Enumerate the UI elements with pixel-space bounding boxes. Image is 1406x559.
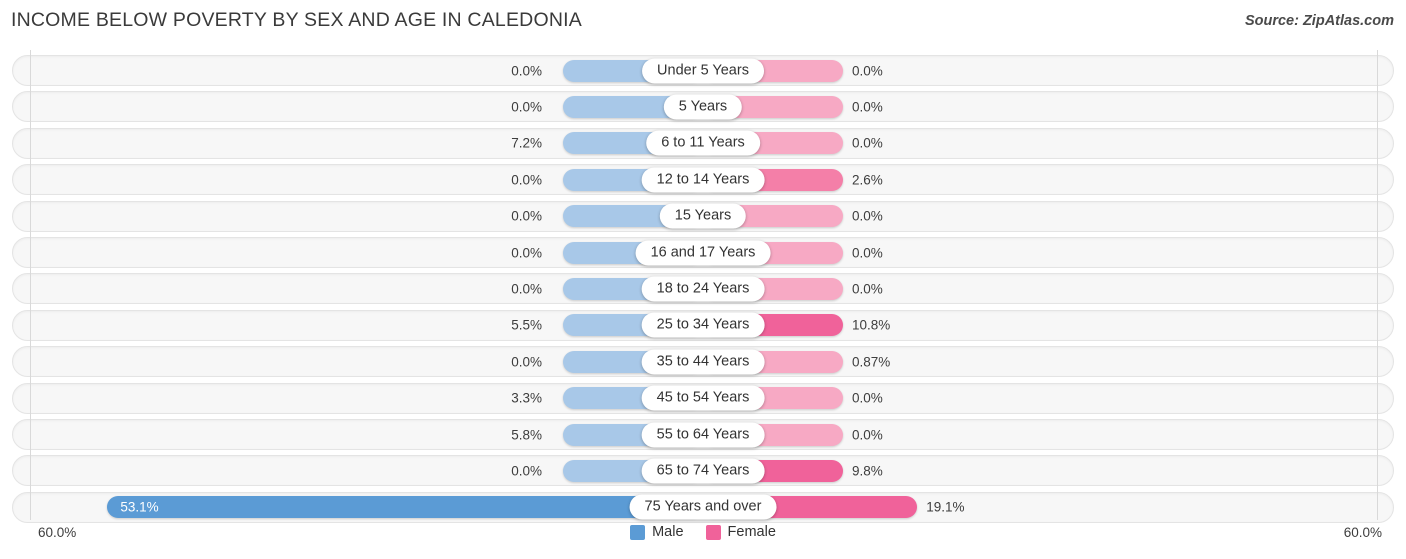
value-label-female: 9.8% <box>852 463 883 479</box>
value-label-male: 0.0% <box>511 99 542 115</box>
bar-row-inner: 7.2% 0.0% 6 to 11 Years <box>13 129 1393 158</box>
category-label: 35 to 44 Years <box>641 349 765 375</box>
value-label-female: 0.0% <box>852 135 883 151</box>
value-label-male: 0.0% <box>511 63 542 78</box>
table-row: 0.0% 0.0% 5 Years <box>12 91 1394 123</box>
table-row: 0.0% 0.0% 16 and 17 Years <box>12 237 1394 268</box>
value-label-male: 7.2% <box>511 135 542 151</box>
value-label-male: 0.0% <box>511 208 542 224</box>
value-label-female: 0.0% <box>852 390 883 406</box>
legend-label: Male <box>652 524 684 540</box>
category-label: 65 to 74 Years <box>641 458 765 484</box>
bar-row-inner: 5.8% 0.0% 55 to 64 Years <box>13 420 1393 449</box>
value-label-female: 0.0% <box>852 427 883 442</box>
chart-footer: 60.0% 60.0% Male Female <box>0 521 1406 559</box>
table-row: 7.2% 0.0% 6 to 11 Years <box>12 127 1394 159</box>
gridline-left <box>30 50 31 520</box>
value-label-male: 53.1% <box>120 499 159 515</box>
bar-row-inner: 0.0% 0.0% 5 Years <box>13 92 1393 121</box>
table-row: 0.0% 9.8% 65 to 74 Years <box>12 455 1394 487</box>
bar-row-inner: 5.5% 10.8% 25 to 34 Years <box>13 311 1393 340</box>
table-row: 0.0% 2.6% 12 to 14 Years <box>12 164 1394 196</box>
category-label: 16 and 17 Years <box>635 240 771 265</box>
bar-row-inner: 0.0% 0.0% 18 to 24 Years <box>13 274 1393 303</box>
value-label-male: 5.5% <box>511 317 542 333</box>
bar-row-inner: 0.0% 9.8% 65 to 74 Years <box>13 456 1393 485</box>
chart-legend: Male Female <box>0 524 1406 540</box>
bar-row-inner: 0.0% 0.0% 16 and 17 Years <box>13 238 1393 267</box>
table-row: 0.0% 0.87% 35 to 44 Years <box>12 346 1394 378</box>
legend-swatch-icon <box>630 524 646 540</box>
category-label: 15 Years <box>659 203 747 229</box>
value-label-female: 19.1% <box>926 499 965 515</box>
legend-swatch-icon <box>705 524 721 540</box>
category-label: 18 to 24 Years <box>641 276 765 302</box>
category-label: 25 to 34 Years <box>641 312 765 338</box>
value-label-female: 0.0% <box>852 63 883 78</box>
bar-row-inner: 0.0% 0.0% 15 Years <box>13 202 1393 231</box>
value-label-female: 2.6% <box>852 172 883 188</box>
bar-row-inner: 0.0% 0.0% Under 5 Years <box>13 56 1393 85</box>
value-label-female: 10.8% <box>852 317 891 333</box>
category-label: 6 to 11 Years <box>646 130 760 156</box>
source-attribution: Source: ZipAtlas.com <box>1244 13 1394 29</box>
value-label-female: 0.87% <box>852 354 891 370</box>
value-label-female: 0.0% <box>852 245 883 260</box>
value-label-male: 0.0% <box>511 354 542 370</box>
table-row: 0.0% 0.0% 18 to 24 Years <box>12 273 1394 305</box>
bar-male <box>107 496 703 519</box>
table-row: 0.0% 0.0% 15 Years <box>12 200 1394 232</box>
bar-row-inner: 53.1% 19.1% 75 Years and over <box>13 493 1393 522</box>
bar-row-inner: 0.0% 0.87% 35 to 44 Years <box>13 347 1393 376</box>
category-label: 45 to 54 Years <box>641 385 765 411</box>
category-label: Under 5 Years <box>642 58 764 83</box>
table-row: 53.1% 19.1% 75 Years and over <box>12 491 1394 523</box>
chart-root: INCOME BELOW POVERTY BY SEX AND AGE IN C… <box>0 0 1406 559</box>
value-label-female: 0.0% <box>852 99 883 115</box>
value-label-female: 0.0% <box>852 208 883 224</box>
table-row: 3.3% 0.0% 45 to 54 Years <box>12 382 1394 414</box>
gridline-right <box>1377 50 1378 520</box>
page-title: INCOME BELOW POVERTY BY SEX AND AGE IN C… <box>11 9 582 31</box>
legend-item-male[interactable]: Male <box>630 524 684 540</box>
value-label-male: 5.8% <box>511 427 542 442</box>
plot-area: 0.0% 0.0% Under 5 Years 0.0% 0.0% 5 Years 7.2%… <box>0 50 1406 523</box>
value-label-male: 0.0% <box>511 245 542 260</box>
table-row: 5.8% 0.0% 55 to 64 Years <box>12 419 1394 450</box>
value-label-male: 0.0% <box>511 463 542 479</box>
value-label-male: 0.0% <box>511 281 542 297</box>
legend-label: Female <box>727 524 776 540</box>
category-label: 55 to 64 Years <box>641 422 765 447</box>
category-label: 75 Years and over <box>629 494 777 520</box>
table-row: 5.5% 10.8% 25 to 34 Years <box>12 309 1394 341</box>
bar-row-inner: 3.3% 0.0% 45 to 54 Years <box>13 384 1393 413</box>
category-label: 12 to 14 Years <box>641 167 765 193</box>
bar-row-inner: 0.0% 2.6% 12 to 14 Years <box>13 165 1393 194</box>
table-row: 0.0% 0.0% Under 5 Years <box>12 55 1394 86</box>
category-label: 5 Years <box>663 94 743 120</box>
legend-item-female[interactable]: Female <box>705 524 776 540</box>
value-label-male: 3.3% <box>511 390 542 406</box>
value-label-female: 0.0% <box>852 281 883 297</box>
value-label-male: 0.0% <box>511 172 542 188</box>
